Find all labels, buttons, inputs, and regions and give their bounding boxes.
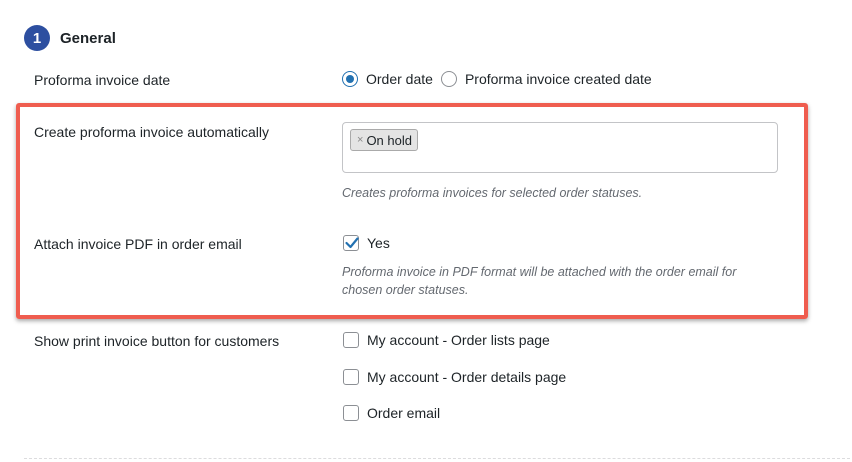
order-lists-page-checkbox[interactable] — [343, 332, 359, 348]
order-date-radio[interactable] — [342, 71, 358, 87]
checkmark-icon — [345, 237, 359, 249]
section-header: 1 General — [24, 25, 116, 51]
auto-create-label: Create proforma invoice automatically — [34, 124, 269, 140]
order-email-label[interactable]: Order email — [367, 405, 440, 421]
order-details-page-checkbox[interactable] — [343, 369, 359, 385]
section-title: General — [60, 29, 116, 47]
order-details-page-label[interactable]: My account - Order details page — [367, 369, 566, 385]
attach-pdf-checkbox[interactable] — [343, 235, 359, 251]
print-button-label: Show print invoice button for customers — [34, 333, 280, 349]
order-lists-page-label[interactable]: My account - Order lists page — [367, 332, 550, 348]
step-number-badge: 1 — [24, 25, 50, 51]
proforma-date-radio-group: Order date Proforma invoice created date — [342, 71, 660, 87]
chip-remove-icon[interactable]: × — [357, 134, 363, 146]
attach-pdf-description-line1: Proforma invoice in PDF format will be a… — [342, 265, 737, 279]
chip-label: On hold — [366, 132, 412, 148]
order-email-checkbox[interactable] — [343, 405, 359, 421]
attach-pdf-label: Attach invoice PDF in order email — [34, 236, 242, 252]
status-chip-on-hold: × On hold — [350, 129, 418, 151]
proforma-created-date-radio[interactable] — [440, 71, 457, 87]
section-divider — [24, 458, 850, 459]
proforma-date-label: Proforma invoice date — [34, 72, 171, 88]
auto-create-description: Creates proforma invoices for selected o… — [342, 186, 643, 200]
order-date-radio-label[interactable]: Order date — [366, 71, 433, 87]
attach-pdf-description-line2: chosen order statuses. — [342, 283, 469, 297]
attach-pdf-checkbox-label[interactable]: Yes — [367, 235, 390, 251]
order-status-multiselect[interactable]: × On hold — [342, 122, 778, 173]
proforma-created-date-radio-label[interactable]: Proforma invoice created date — [465, 71, 652, 87]
